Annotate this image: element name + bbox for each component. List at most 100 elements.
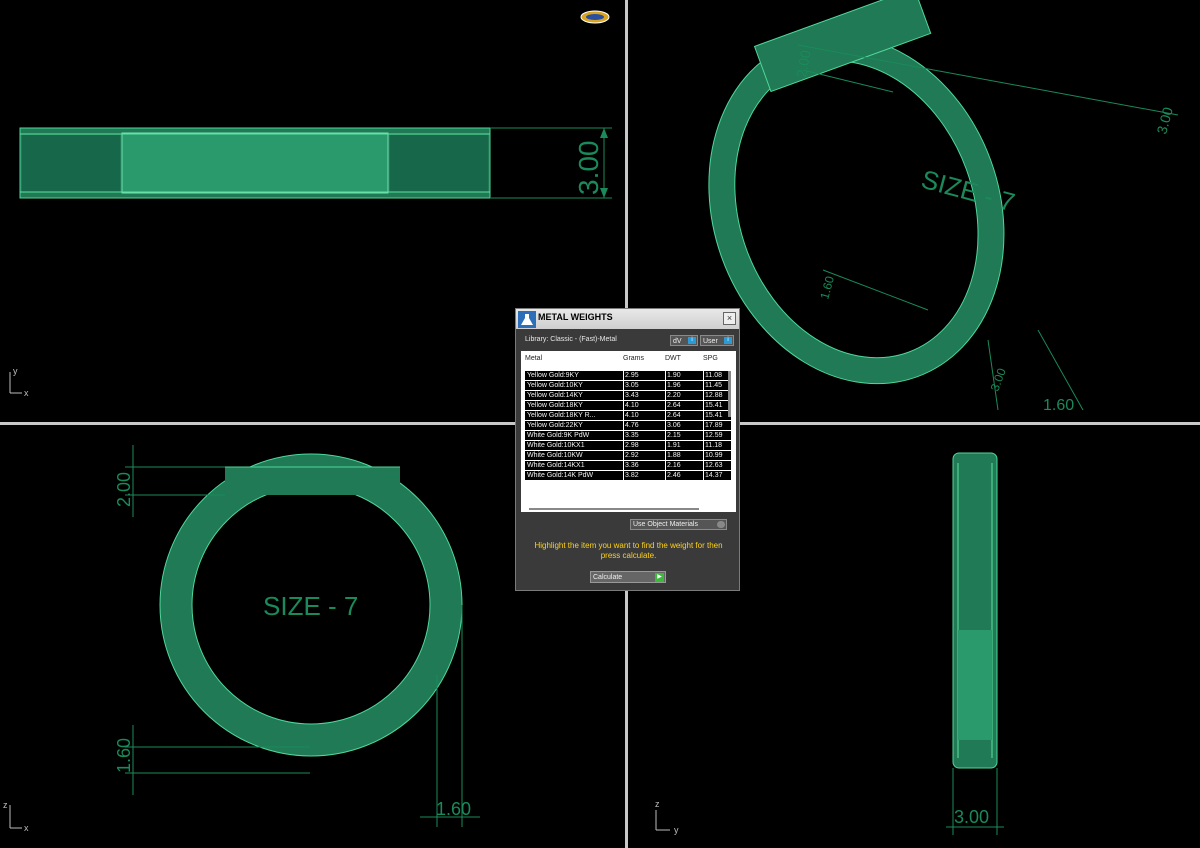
info-icon: i xyxy=(724,337,732,344)
cell-dwt: 1.90 xyxy=(667,372,681,379)
column-separator xyxy=(623,381,624,390)
cell-dwt: 2.46 xyxy=(667,472,681,479)
cell-grams: 3.36 xyxy=(625,462,639,469)
dim-bottom-label: 1.60 xyxy=(436,799,471,819)
column-separator xyxy=(665,421,666,430)
table-row[interactable]: Yellow Gold:10KY 3.05 1.96 11.45 xyxy=(525,381,731,390)
column-separator xyxy=(665,371,666,380)
col-grams[interactable]: Grams xyxy=(623,355,644,362)
cell-dwt: 2.20 xyxy=(667,392,681,399)
horizontal-scrollbar[interactable] xyxy=(529,508,699,510)
cell-spg: 12.59 xyxy=(705,432,723,439)
table-row[interactable]: Yellow Gold:18KY R... 4.10 2.64 15.41 xyxy=(525,411,731,420)
calculate-button[interactable]: Calculate ▶ xyxy=(590,571,666,583)
cell-spg: 14.37 xyxy=(705,472,723,479)
axis-x-label: x xyxy=(24,823,29,833)
dim-side-label: 1.60 xyxy=(114,738,134,773)
col-spg[interactable]: SPG xyxy=(703,355,718,362)
column-separator xyxy=(703,431,704,440)
column-separator xyxy=(703,411,704,420)
cell-dwt: 2.64 xyxy=(667,402,681,409)
calculate-label: Calculate xyxy=(593,574,623,581)
table-row[interactable]: Yellow Gold:22KY 4.76 3.06 17.89 xyxy=(525,421,731,430)
axis-y-label: y xyxy=(13,366,18,376)
column-separator xyxy=(703,471,704,480)
column-separator xyxy=(665,431,666,440)
cell-dwt: 1.96 xyxy=(667,382,681,389)
user-toggle-label: User xyxy=(703,338,718,345)
column-separator xyxy=(623,391,624,400)
dim-side-a-label: 1.60 xyxy=(817,274,837,300)
cell-spg: 10.99 xyxy=(705,452,723,459)
table-row[interactable]: White Gold:14K PdW 3.82 2.46 14.37 xyxy=(525,471,731,480)
cell-metal: Yellow Gold:18KY R... xyxy=(527,412,596,419)
column-separator xyxy=(703,461,704,470)
col-metal[interactable]: Metal xyxy=(525,355,542,362)
axis-z-label: z xyxy=(3,800,8,810)
cell-metal: Yellow Gold:18KY xyxy=(527,402,583,409)
size-label: SIZE - 7 xyxy=(263,591,358,621)
table-row[interactable]: White Gold:10KW 2.92 1.88 10.99 xyxy=(525,451,731,460)
column-separator xyxy=(703,371,704,380)
dim-width-label: 3.00 xyxy=(1153,105,1176,136)
column-separator xyxy=(623,401,624,410)
cell-grams: 4.10 xyxy=(625,402,639,409)
library-label: Library: Classic - (Fast)-Metal xyxy=(525,336,617,343)
cell-dwt: 3.06 xyxy=(667,422,681,429)
column-separator xyxy=(623,431,624,440)
table-row[interactable]: White Gold:14KX1 3.36 2.16 12.63 xyxy=(525,461,731,470)
table-row[interactable]: White Gold:9K PdW 3.35 2.15 12.59 xyxy=(525,431,731,440)
cell-grams: 3.35 xyxy=(625,432,639,439)
close-icon[interactable]: × xyxy=(723,312,736,325)
column-separator xyxy=(665,441,666,450)
cell-spg: 17.89 xyxy=(705,422,723,429)
cell-metal: White Gold:14KX1 xyxy=(527,462,585,469)
dim-height-label: 3.00 xyxy=(573,141,604,196)
dim-side-b-label: 3.00 xyxy=(988,366,1009,393)
band-inner-left xyxy=(22,135,120,192)
cell-metal: White Gold:14K PdW xyxy=(527,472,594,479)
dv-toggle[interactable]: dV i xyxy=(670,335,698,346)
toggle-icon xyxy=(717,521,725,528)
column-separator xyxy=(665,381,666,390)
band-top-face xyxy=(121,132,389,194)
column-separator xyxy=(703,401,704,410)
table-row[interactable]: Yellow Gold:9KY 2.95 1.90 11.08 xyxy=(525,371,731,380)
use-object-materials-label: Use Object Materials xyxy=(633,521,698,528)
cell-dwt: 1.88 xyxy=(667,452,681,459)
table-row[interactable]: Yellow Gold:18KY 4.10 2.64 15.41 xyxy=(525,401,731,410)
cell-grams: 3.43 xyxy=(625,392,639,399)
column-separator xyxy=(703,451,704,460)
dim-bottom-label: 1.60 xyxy=(1043,397,1074,414)
instruction-text: Highlight the item you want to find the … xyxy=(534,541,723,560)
user-toggle[interactable]: User i xyxy=(700,335,734,346)
cell-metal: White Gold:9K PdW xyxy=(527,432,590,439)
column-separator xyxy=(665,471,666,480)
column-separator xyxy=(703,421,704,430)
cell-metal: Yellow Gold:14KY xyxy=(527,392,583,399)
cell-grams: 4.76 xyxy=(625,422,639,429)
axis-y-label: y xyxy=(674,825,679,835)
column-separator xyxy=(623,461,624,470)
column-separator xyxy=(665,401,666,410)
metal-weights-dialog[interactable]: METAL WEIGHTS × Library: Classic - (Fast… xyxy=(515,308,740,591)
column-separator xyxy=(665,461,666,470)
table-row[interactable]: White Gold:10KX1 2.98 1.91 11.18 xyxy=(525,441,731,450)
column-separator xyxy=(623,441,624,450)
vertical-scrollbar[interactable] xyxy=(728,371,731,417)
column-separator xyxy=(623,421,624,430)
metal-table[interactable]: Metal Grams DWT SPG Yellow Gold:9KY 2.95 1… xyxy=(521,351,736,512)
table-row[interactable]: Yellow Gold:14KY 3.43 2.20 12.88 xyxy=(525,391,731,400)
axis-z-label: z xyxy=(655,799,660,809)
col-dwt[interactable]: DWT xyxy=(665,355,681,362)
dialog-title-bar[interactable]: METAL WEIGHTS × xyxy=(516,309,739,329)
cell-grams: 2.98 xyxy=(625,442,639,449)
column-separator xyxy=(623,411,624,420)
cell-grams: 2.92 xyxy=(625,452,639,459)
use-object-materials-button[interactable]: Use Object Materials xyxy=(630,519,727,530)
column-separator xyxy=(665,391,666,400)
cell-grams: 3.05 xyxy=(625,382,639,389)
band-inner-right xyxy=(390,135,488,192)
column-separator xyxy=(703,391,704,400)
cell-grams: 3.82 xyxy=(625,472,639,479)
